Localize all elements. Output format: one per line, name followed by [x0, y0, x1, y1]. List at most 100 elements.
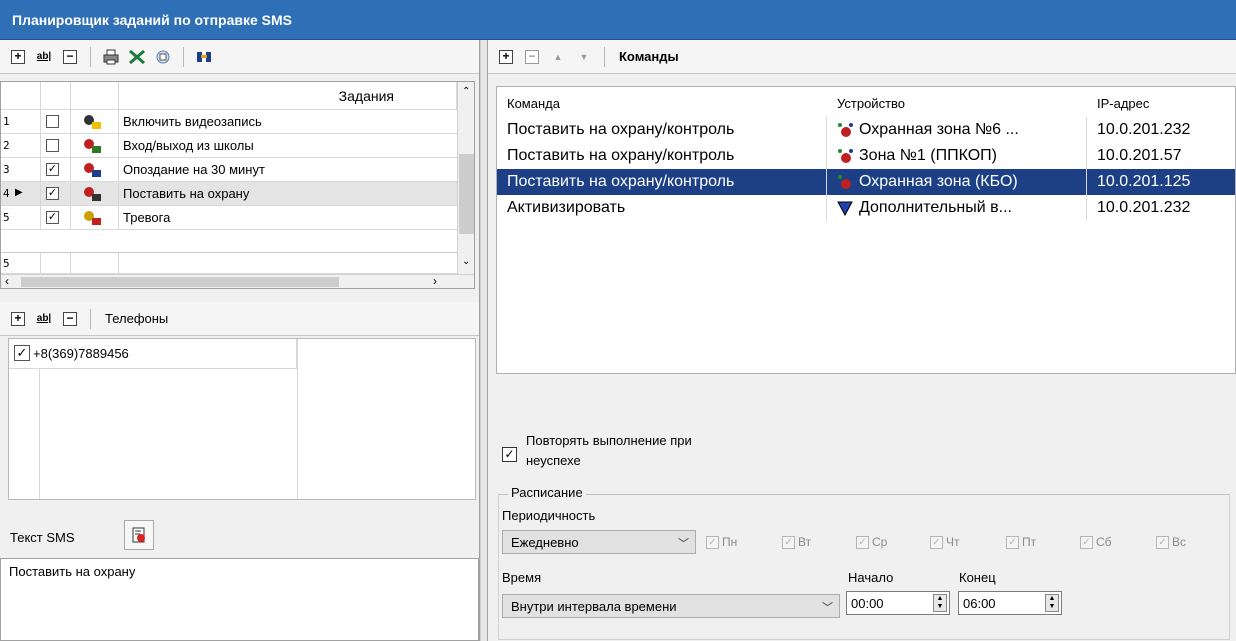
row-number: 1 [1, 110, 41, 133]
header-cell [71, 82, 119, 109]
sms-text: Поставить на охрану [9, 564, 136, 579]
camera-record-icon [84, 114, 101, 129]
start-time-value: 00:00 [851, 595, 884, 611]
run-button[interactable] [194, 47, 214, 67]
rename-phone-button[interactable]: ab| [34, 309, 54, 329]
period-select[interactable]: Ежедневно ﹀ [502, 530, 696, 554]
task-checkbox[interactable]: ✓ [46, 211, 59, 224]
task-label: Опоздание на 30 минут [123, 162, 265, 177]
command-row[interactable]: Активизировать Дополнительный в... 10.0.20… [497, 195, 1235, 221]
column-header-ip[interactable]: IP-адрес [1097, 96, 1149, 111]
scroll-thumb[interactable] [21, 277, 339, 287]
add-phone-button[interactable]: + [8, 309, 28, 329]
spin-updown-icon[interactable]: ▲ ▼ [933, 594, 947, 612]
end-time-input[interactable]: 06:00 ▲ ▼ [958, 591, 1062, 615]
start-time-input[interactable]: 00:00 ▲ ▼ [846, 591, 950, 615]
scroll-down-icon[interactable]: ⌄ [462, 256, 470, 267]
phone-number: +8(369)7889456 [33, 346, 129, 361]
row-number: 5 [1, 206, 41, 229]
command-cell: Поставить на охрану/контроль [497, 143, 827, 169]
task-checkbox[interactable] [46, 115, 59, 128]
export-excel-button[interactable] [127, 47, 147, 67]
day-checkbox[interactable]: ✓ Вс [1156, 535, 1186, 549]
delete-command-button[interactable]: − [522, 47, 542, 67]
day-checkbox[interactable]: ✓ Ср [856, 535, 887, 549]
task-label: Включить видеозапись [123, 114, 262, 129]
checkmark-icon: ✓ [1080, 535, 1093, 549]
toolbar-separator [183, 46, 184, 67]
day-checkbox[interactable]: ✓ Сб [1080, 535, 1112, 549]
column-header-device[interactable]: Устройство [837, 96, 905, 111]
task-row[interactable]: 2 Вход/выход из школы [1, 134, 457, 158]
footer-cell [71, 253, 119, 273]
chevron-down-icon: ﹀ [678, 538, 689, 550]
command-row[interactable]: Поставить на охрану/контроль Охранная зон… [497, 117, 1235, 143]
task-checkbox-cell: ✓ [41, 158, 71, 181]
checkmark-icon: ✓ [782, 535, 795, 549]
scroll-up-icon[interactable]: ⌃ [462, 86, 470, 97]
task-label: Вход/выход из школы [123, 138, 254, 153]
repeat-checkbox[interactable]: ✓ [502, 447, 517, 462]
command-row[interactable]: Поставить на охрану/контроль Зона №1 (ППК… [497, 143, 1235, 169]
day-checkbox[interactable]: ✓ Пт [1006, 535, 1036, 549]
column-header-command[interactable]: Команда [507, 96, 560, 111]
scroll-right-icon[interactable]: › [433, 274, 437, 288]
move-down-button[interactable]: ▼ [574, 47, 594, 67]
repeat-label-line1: Повторять выполнение при [526, 433, 692, 448]
tasks-horizontal-scrollbar[interactable]: ‹ › [1, 274, 474, 288]
panel-splitter[interactable] [480, 40, 488, 641]
task-row[interactable]: 3 ✓ Опоздание на 30 минут [1, 158, 457, 182]
scroll-left-icon[interactable]: ‹ [5, 274, 9, 288]
task-row[interactable]: 4 ▶ ✓ Поставить на охрану [1, 182, 457, 206]
end-time-value: 06:00 [963, 595, 996, 611]
day-checkbox[interactable]: ✓ Чт [930, 535, 960, 549]
delete-task-button[interactable]: − [60, 47, 80, 67]
command-cell: Поставить на охрану/контроль [497, 117, 827, 143]
task-checkbox[interactable] [46, 139, 59, 152]
day-label: Вт [798, 535, 812, 549]
task-icon-cell [71, 110, 119, 133]
phones-list: ✓ +8(369)7889456 [8, 338, 476, 500]
phone-row[interactable]: ✓ +8(369)7889456 [9, 339, 297, 369]
task-row[interactable]: 5 ✓ Тревога [1, 206, 457, 230]
day-checkbox[interactable]: ✓ Вт [782, 535, 811, 549]
tasks-vertical-scrollbar[interactable]: ⌃ ⌄ [457, 82, 474, 274]
left-panel: + ab| − Задания 1 Включить видеозапись 2 Вх… [0, 40, 480, 641]
move-up-button[interactable]: ▲ [548, 47, 568, 67]
command-row[interactable]: Поставить на охрану/контроль Охранная зон… [497, 169, 1235, 195]
task-icon-cell [71, 158, 119, 181]
device-name: Охранная зона (КБО) [859, 173, 1018, 190]
checkmark-icon: ✓ [1006, 535, 1019, 549]
sms-text-area[interactable]: Поставить на охрану [0, 558, 479, 641]
add-task-button[interactable]: + [8, 47, 28, 67]
phones-label: Телефоны [105, 311, 169, 326]
scroll-thumb[interactable] [459, 154, 474, 234]
commands-grid: Команда Устройство IP-адрес Поставить на… [496, 86, 1236, 374]
delete-phone-button[interactable]: − [60, 309, 80, 329]
task-label: Тревога [123, 210, 171, 225]
toolbar-separator [90, 46, 91, 67]
task-checkbox-cell: ✓ [41, 206, 71, 229]
copy-button[interactable] [153, 47, 173, 67]
task-row[interactable]: 1 Включить видеозапись [1, 110, 457, 134]
add-command-button[interactable]: + [496, 47, 516, 67]
device-name: Дополнительный в... [859, 199, 1012, 216]
insert-template-button[interactable] [124, 520, 154, 550]
spin-updown-icon[interactable]: ▲ ▼ [1045, 594, 1059, 612]
task-checkbox[interactable]: ✓ [46, 187, 59, 200]
phone-checkbox[interactable]: ✓ [14, 345, 30, 361]
commands-label: Команды [619, 49, 679, 64]
day-checkbox[interactable]: ✓ Пн [706, 535, 737, 549]
minus-icon: − [63, 311, 77, 326]
task-checkbox[interactable]: ✓ [46, 163, 59, 176]
tasks-column-header[interactable]: Задания [119, 82, 457, 109]
time-label: Время [502, 570, 542, 585]
security-zone-icon [838, 175, 853, 189]
print-button[interactable] [101, 47, 121, 67]
rename-task-button[interactable]: ab| [34, 47, 54, 67]
day-label: Чт [946, 535, 960, 549]
day-label: Сб [1096, 535, 1112, 549]
row-number: 3 [1, 158, 41, 181]
rename-icon: ab| [36, 313, 52, 324]
time-select[interactable]: Внутри интервала времени ﹀ [502, 594, 840, 618]
